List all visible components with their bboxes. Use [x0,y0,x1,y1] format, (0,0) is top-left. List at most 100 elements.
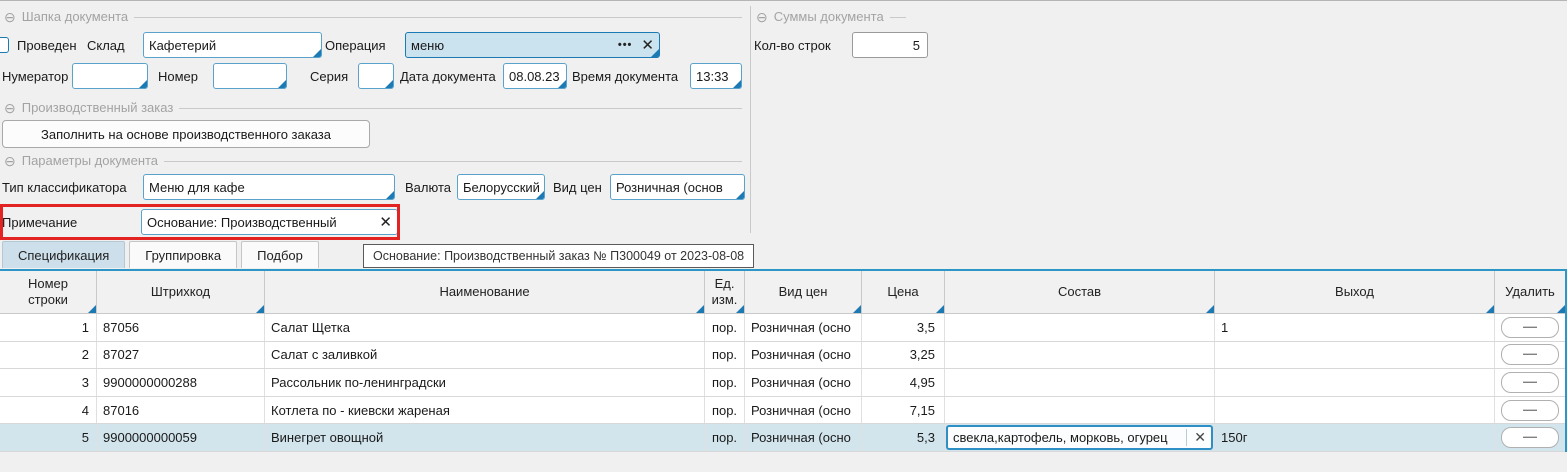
table-row[interactable]: 4 87016 Котлета по - киевски жареная пор… [0,397,1565,425]
table-row[interactable]: 2 87027 Салат с заливкой пор. Розничная … [0,342,1565,370]
collapse-icon[interactable]: ⊖ [756,10,768,24]
table-row[interactable]: 3 9900000000288 Рассольник по-ленинградс… [0,369,1565,397]
cell-price: 5,3 [862,424,945,451]
cell-row-number: 1 [0,314,97,341]
collapse-icon[interactable]: ⊖ [4,101,16,115]
dropdown-corner-icon [736,191,744,199]
doc-time-input[interactable]: 13:33 [690,63,742,89]
cell-composition[interactable] [945,314,1215,341]
collapse-icon[interactable]: ⊖ [4,10,16,24]
header-corner-icon [1486,305,1494,313]
currency-input[interactable]: Белорусский [457,174,545,200]
cell-row-number: 2 [0,342,97,369]
cell-unit: пор. [705,424,745,451]
table-row-selected[interactable]: 5 9900000000059 Винегрет овощной пор. Ро… [0,424,1565,452]
legend-divider [179,108,742,109]
delete-row-button[interactable]: — [1501,372,1559,393]
column-header-price[interactable]: Цена [862,271,945,313]
cell-delete: — [1495,342,1565,369]
clear-icon[interactable]: ✕ [379,215,392,230]
minus-icon: — [1523,318,1537,334]
cell-output[interactable]: 150г [1215,424,1495,451]
ellipsis-icon[interactable]: ••• [618,39,633,51]
posted-checkbox[interactable] [0,37,9,53]
cell-unit: пор. [705,397,745,424]
header-corner-icon [1206,305,1214,313]
column-header-price-type[interactable]: Вид цен [745,271,862,313]
warehouse-label: Склад [87,38,125,54]
composition-value: свекла,картофель, морковь, огурец [953,430,1168,445]
cell-delete: — [1495,369,1565,396]
cell-row-number: 3 [0,369,97,396]
cell-output[interactable]: 1 [1215,314,1495,341]
classifier-type-input[interactable]: Меню для кафе [143,174,395,200]
delete-row-button[interactable]: — [1501,400,1559,421]
cell-price: 4,95 [862,369,945,396]
delete-row-button[interactable]: — [1501,317,1559,338]
cell-composition[interactable] [945,342,1215,369]
tab-label: Подбор [257,248,303,263]
dropdown-corner-icon [313,49,321,57]
delete-row-button[interactable]: — [1501,427,1559,448]
collapse-icon[interactable]: ⊖ [4,154,16,168]
numerator-input[interactable] [72,63,148,89]
tab-grouping[interactable]: Группировка [129,241,237,268]
line-count-value: 5 [913,38,920,53]
column-header-name[interactable]: Наименование [265,271,705,313]
column-header-row-number[interactable]: Номер строки [0,271,97,313]
column-header-output[interactable]: Выход [1215,271,1495,313]
header-corner-icon [88,305,96,313]
cell-output[interactable] [1215,397,1495,424]
column-header-unit[interactable]: Ед. изм. [705,271,745,313]
cell-name: Рассольник по-ленинградски [265,369,705,396]
operation-input[interactable]: меню ••• ✕ [405,32,660,58]
document-form: ⊖ Шапка документа Проведен Склад Кафетер… [0,0,1567,472]
number-input[interactable] [213,63,287,89]
header-corner-icon [1557,305,1565,313]
cell-output[interactable] [1215,342,1495,369]
cell-delete: — [1495,314,1565,341]
header-corner-icon [936,305,944,313]
composition-input[interactable]: свекла,картофель, морковь, огурец ✕ [946,425,1213,450]
cell-name: Салат с заливкой [265,342,705,369]
table-row[interactable]: 1 87056 Салат Щетка пор. Розничная (осно… [0,314,1565,342]
tab-selection[interactable]: Подбор [241,241,319,268]
tab-label: Спецификация [18,248,109,263]
doc-date-input[interactable]: 08.08.23 [503,63,567,89]
cell-composition[interactable] [945,397,1215,424]
price-kind-input[interactable]: Розничная (основ [610,174,745,200]
currency-label: Валюта [405,180,451,196]
column-header-delete[interactable]: Удалить [1495,271,1565,313]
classifier-type-value: Меню для кафе [149,180,245,195]
column-header-barcode[interactable]: Штрихкод [97,271,265,313]
header-corner-icon [256,305,264,313]
fill-from-production-order-button[interactable]: Заполнить на основе производственного за… [2,120,370,148]
minus-icon: — [1523,373,1537,389]
cell-output[interactable] [1215,369,1495,396]
line-count-input[interactable]: 5 [852,32,928,58]
doc-date-label: Дата документа [400,69,496,85]
cell-composition[interactable] [945,369,1215,396]
cell-barcode: 87056 [97,314,265,341]
column-header-composition[interactable]: Состав [945,271,1215,313]
minus-icon: — [1523,428,1537,444]
dropdown-corner-icon [139,80,147,88]
specification-table: Номер строки Штрихкод Наименование Ед. и… [0,269,1567,452]
table-header-row: Номер строки Штрихкод Наименование Ед. и… [0,271,1565,314]
group-production-legend: ⊖ Производственный заказ [4,100,742,115]
warehouse-input[interactable]: Кафетерий [143,32,322,58]
delete-row-button[interactable]: — [1501,344,1559,365]
tab-specification[interactable]: Спецификация [2,241,125,268]
posted-label: Проведен [17,38,77,54]
price-kind-label: Вид цен [553,180,602,196]
group-sums-legend: ⊖ Суммы документа [756,9,906,24]
cell-row-number: 4 [0,397,97,424]
group-header-legend: ⊖ Шапка документа [4,9,742,24]
currency-value: Белорусский [463,180,540,195]
note-input[interactable]: Основание: Производственный ✕ [141,209,398,235]
series-input[interactable] [358,63,394,89]
group-header-title: Шапка документа [22,9,128,24]
cell-row-number: 5 [0,424,97,451]
clear-icon[interactable]: ✕ [1186,429,1206,446]
tab-bar: Спецификация Группировка Подбор [2,241,319,268]
